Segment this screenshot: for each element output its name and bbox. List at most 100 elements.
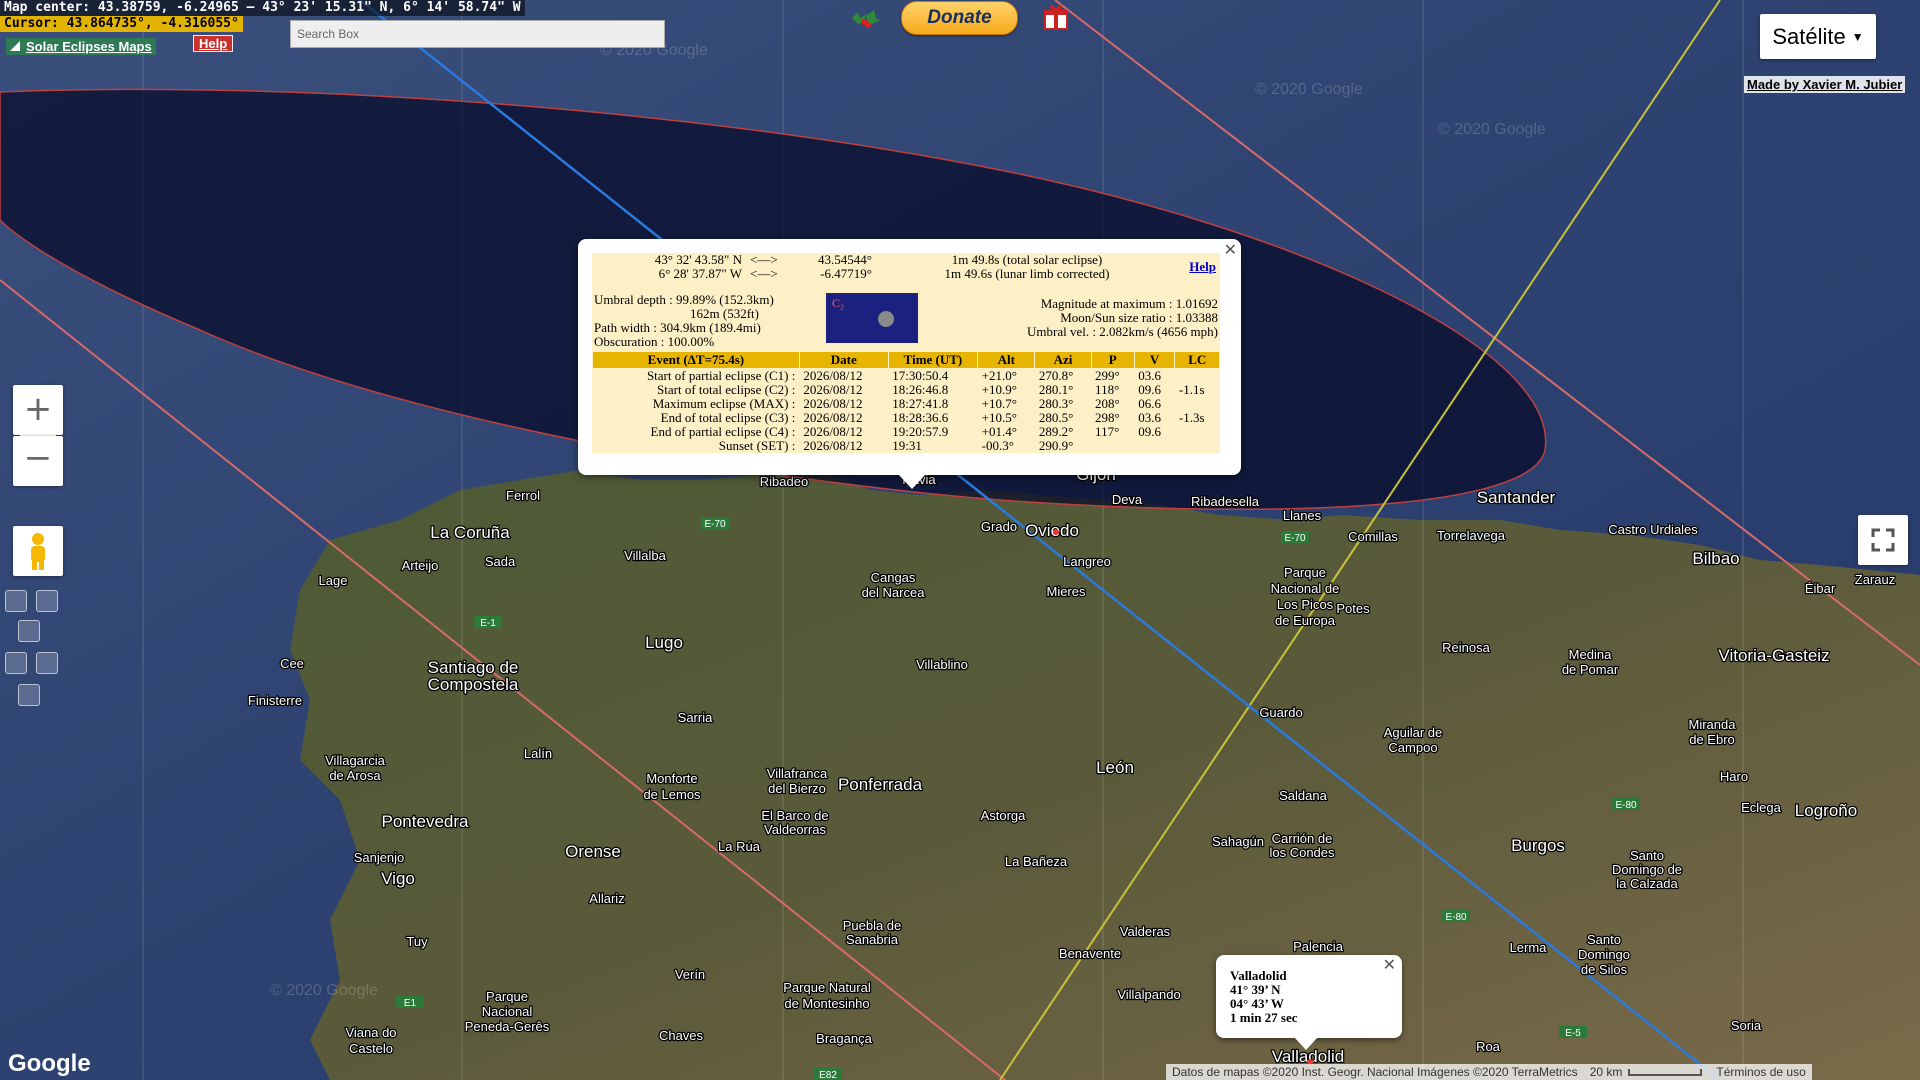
zoom-out-button[interactable]: − bbox=[13, 436, 63, 486]
longitude-decimal: -6.47719° bbox=[820, 266, 872, 281]
site-altitude: 162m (532ft) bbox=[690, 306, 759, 321]
town-label: La Coruña bbox=[430, 523, 510, 542]
table-cell: +10.5° bbox=[981, 410, 1017, 425]
map-watermark: © 2020 Google bbox=[270, 982, 378, 999]
author-credit-link[interactable]: Made by Xavier M. Jubier bbox=[1744, 76, 1906, 93]
table-cell: End of total eclipse (C3) : bbox=[660, 410, 796, 425]
google-logo: Google bbox=[8, 1050, 91, 1077]
table-cell: +01.4° bbox=[981, 424, 1017, 439]
table-cell: 208° bbox=[1095, 396, 1120, 411]
town-label: Lugo bbox=[645, 633, 683, 652]
town-label: Torrelavega bbox=[1437, 528, 1506, 543]
fullscreen-icon bbox=[1871, 528, 1895, 552]
town-label: Puebla de bbox=[843, 918, 902, 933]
town-label: Peneda-Gerês bbox=[465, 1019, 550, 1034]
town-label: de Arosa bbox=[329, 768, 381, 783]
town-label: Carrión de bbox=[1272, 831, 1333, 846]
road-label: E-70 bbox=[1284, 533, 1306, 544]
table-header-cell: Azi bbox=[1034, 351, 1092, 369]
table-row: Maximum eclipse (MAX) : 2026/08/12 18:27:4… bbox=[593, 397, 1220, 411]
table-cell: 289.2° bbox=[1038, 424, 1074, 439]
terrain-tool-icon[interactable] bbox=[36, 652, 58, 674]
town-label: Bragança bbox=[816, 1031, 872, 1046]
town-label: Bilbao bbox=[1692, 549, 1739, 568]
solar-eclipses-maps-link[interactable]: Solar Eclipses Maps bbox=[6, 38, 156, 55]
eclipse-info-body: 43° 32' 43.58" N 6° 28' 37.87" W <—> <—>… bbox=[592, 253, 1220, 453]
town-label: Medina bbox=[1569, 647, 1612, 662]
table-cell: Start of total eclipse (C2) : bbox=[657, 382, 796, 397]
table-cell: Sunset (SET) : bbox=[718, 438, 796, 453]
satellite-map[interactable]: © 2020 Google © 2020 Google © 2020 Googl… bbox=[0, 0, 1920, 1080]
table-cell: 2026/08/12 bbox=[803, 438, 863, 453]
table-cell bbox=[1091, 439, 1134, 453]
close-icon[interactable]: ✕ bbox=[1383, 955, 1396, 974]
gift-icon[interactable] bbox=[1043, 3, 1069, 31]
town-label: Ribadeo bbox=[760, 474, 808, 489]
town-label: Astorga bbox=[981, 808, 1027, 823]
table-cell: 09.6 bbox=[1138, 424, 1162, 439]
town-label: Benavente bbox=[1059, 946, 1121, 961]
table-cell: 03.6 bbox=[1138, 410, 1162, 425]
latitude-dms: 43° 32' 43.58" N bbox=[654, 252, 742, 267]
town-label: Valdeorras bbox=[764, 822, 826, 837]
table-cell: 03.6 bbox=[1138, 368, 1162, 383]
donate-button[interactable]: Donate bbox=[901, 1, 1018, 35]
table-cell bbox=[1175, 397, 1220, 411]
obscuration: Obscuration : 100.00% bbox=[594, 334, 715, 349]
table-header-cell: Event (ΔT=75.4s) bbox=[592, 351, 800, 369]
zoom-in-button[interactable]: + bbox=[13, 385, 63, 435]
search-input[interactable] bbox=[290, 20, 665, 48]
street-view-pegman[interactable] bbox=[13, 526, 63, 576]
town-label: Lerma bbox=[1510, 940, 1548, 955]
town-label: León bbox=[1096, 758, 1134, 777]
gps-tool-icon[interactable] bbox=[18, 684, 40, 706]
scale-label[interactable]: 20 km bbox=[1584, 1065, 1629, 1079]
chevron-down-icon: ▼ bbox=[1851, 29, 1864, 44]
eclipsed-sun-icon bbox=[878, 311, 894, 327]
table-cell: 09.6 bbox=[1138, 382, 1162, 397]
town-label: Miranda bbox=[1689, 717, 1737, 732]
fullscreen-button[interactable] bbox=[1858, 515, 1908, 565]
info-help-link[interactable]: Help bbox=[1189, 259, 1216, 275]
close-icon[interactable]: ✕ bbox=[1224, 240, 1237, 259]
road-label: E-70 bbox=[704, 519, 726, 530]
town-label: Villafranca bbox=[767, 766, 828, 781]
table-cell: 280.5° bbox=[1038, 410, 1074, 425]
town-label: Tuy bbox=[406, 934, 428, 949]
cursor-readout: Cursor: 43.864735°, -4.316055° bbox=[0, 16, 243, 32]
oviedo-marker[interactable] bbox=[1053, 529, 1059, 535]
town-label: de Pomar bbox=[1562, 662, 1619, 677]
table-header-cell: V bbox=[1133, 351, 1176, 369]
table-cell: 2026/08/12 bbox=[803, 382, 863, 397]
eclipse-thumbnail: C₂ bbox=[826, 293, 918, 343]
table-cell bbox=[1175, 369, 1220, 384]
eclipse-stats: Umbral depth : 99.89% (152.3km) 162m (53… bbox=[592, 293, 1220, 351]
road-label: E1 bbox=[404, 998, 417, 1009]
table-header-cell: P bbox=[1090, 351, 1135, 369]
town-label: de Montesinho bbox=[784, 996, 869, 1011]
town-label: Ponferrada bbox=[838, 775, 923, 794]
map-type-selector[interactable]: Satélite ▼ bbox=[1760, 14, 1876, 59]
eclipse-events-table: Event (ΔT=75.4s) Date Time (UT) Alt Azi P V LC … bbox=[592, 351, 1220, 453]
town-label: Aguilar de bbox=[1384, 725, 1443, 740]
locate-tool-icon[interactable] bbox=[5, 590, 27, 612]
umbral-velocity: Umbral vel. : 2.082km/s (4656 mph) bbox=[1026, 324, 1218, 339]
town-label: Guardo bbox=[1259, 705, 1302, 720]
town-label: Sanjenjo bbox=[354, 850, 405, 865]
terms-link[interactable]: Términos de uso bbox=[1710, 1065, 1811, 1079]
help-button[interactable]: Help bbox=[193, 35, 234, 52]
town-label: Allariz bbox=[589, 891, 624, 906]
table-cell: 270.8° bbox=[1038, 368, 1074, 383]
car-tool-icon[interactable] bbox=[18, 620, 40, 642]
zoom-area-tool-icon[interactable] bbox=[36, 590, 58, 612]
table-cell: 2026/08/12 bbox=[803, 410, 863, 425]
town-label: Eclega bbox=[1741, 800, 1782, 815]
map-footer: Datos de mapas ©2020 Inst. Geogr. Nacion… bbox=[1166, 1064, 1812, 1080]
scale-bar bbox=[1628, 1068, 1703, 1076]
town-label: Campoo bbox=[1388, 740, 1437, 755]
town-label: Deva bbox=[1112, 492, 1143, 507]
elevation-tool-icon[interactable] bbox=[5, 652, 27, 674]
table-cell bbox=[1175, 439, 1220, 453]
town-label: Saldana bbox=[1279, 788, 1327, 803]
umbral-depth: Umbral depth : 99.89% (152.3km) bbox=[594, 292, 774, 307]
